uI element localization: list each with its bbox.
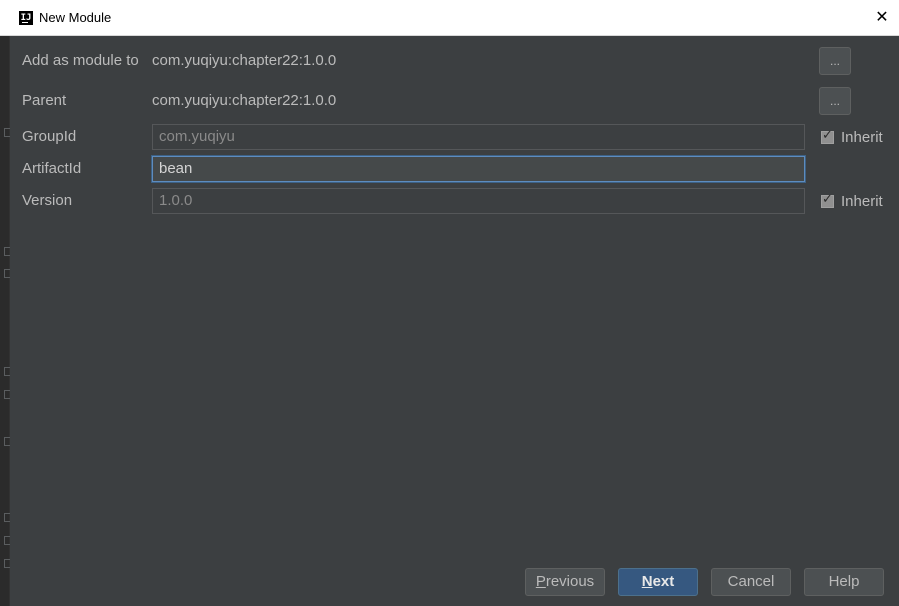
artifact-id-label: ArtifactId bbox=[22, 160, 82, 177]
fold-marker-icon bbox=[4, 513, 10, 522]
fold-marker-icon bbox=[4, 269, 10, 278]
previous-button[interactable]: Previous bbox=[525, 568, 605, 596]
cancel-button[interactable]: Cancel bbox=[711, 568, 791, 596]
parent-value: com.yuqiyu:chapter22:1.0.0 bbox=[152, 92, 337, 109]
fold-marker-icon bbox=[4, 559, 10, 568]
inherit-label: Inherit bbox=[841, 192, 883, 210]
next-label: ext bbox=[652, 573, 675, 590]
checkbox-checked-icon[interactable] bbox=[821, 192, 834, 208]
checkbox-checked-icon[interactable] bbox=[821, 128, 834, 144]
close-button[interactable]: ✕ bbox=[871, 7, 893, 29]
parent-browse-button[interactable]: ... bbox=[819, 87, 851, 115]
group-id-inherit-checkbox[interactable]: Inherit bbox=[821, 128, 883, 146]
add-as-module-label: Add as module to bbox=[22, 52, 139, 69]
fold-marker-icon bbox=[4, 437, 10, 446]
next-mnemonic: N bbox=[641, 573, 653, 590]
group-id-field[interactable]: com.yuqiyu bbox=[152, 124, 805, 150]
version-field[interactable]: 1.0.0 bbox=[152, 188, 805, 214]
fold-marker-icon bbox=[4, 536, 10, 545]
version-label: Version bbox=[22, 192, 73, 209]
artifact-id-field[interactable]: bean bbox=[152, 156, 805, 182]
title-bar: IJ New Module ✕ bbox=[0, 0, 899, 36]
fold-marker-icon bbox=[4, 390, 10, 399]
version-inherit-checkbox[interactable]: Inherit bbox=[821, 192, 883, 210]
inherit-label: Inherit bbox=[841, 128, 883, 146]
group-id-label: GroupId bbox=[22, 128, 77, 145]
add-as-module-value: com.yuqiyu:chapter22:1.0.0 bbox=[152, 52, 337, 69]
window-title: New Module bbox=[39, 10, 112, 25]
parent-label: Parent bbox=[22, 92, 67, 109]
add-as-module-browse-button[interactable]: ... bbox=[819, 47, 851, 75]
next-button[interactable]: Next bbox=[618, 568, 698, 596]
help-button[interactable]: Help bbox=[804, 568, 884, 596]
previous-mnemonic: P bbox=[535, 573, 546, 590]
background-editor-edge bbox=[0, 36, 10, 606]
fold-marker-icon bbox=[4, 247, 10, 256]
fold-marker-icon bbox=[4, 367, 10, 376]
previous-label: revious bbox=[545, 573, 595, 590]
intellij-idea-icon: IJ bbox=[19, 11, 33, 25]
fold-marker-icon bbox=[4, 128, 10, 137]
